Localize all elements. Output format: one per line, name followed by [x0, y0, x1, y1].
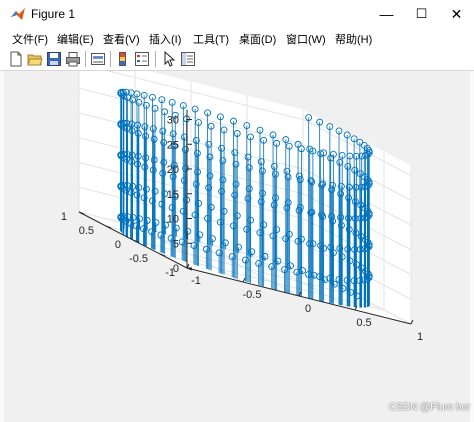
property-inspector-icon[interactable] [180, 51, 196, 67]
figure-window: Figure 1 — ☐ ✕ 文件(F) 编辑(E) 查看(V) 插入(I) 工… [0, 0, 474, 422]
watermark: CSDN @Plum ber [389, 402, 471, 413]
menu-help[interactable]: 帮助(H) [335, 31, 372, 47]
menu-view[interactable]: 查看(V) [103, 31, 140, 47]
y-tick-label: -0.5 [129, 253, 148, 265]
z-tick-label: 30 [167, 115, 179, 127]
plot-area: 0 5 10 15 20 25 30 -1 -0.5 0 0.5 1 -1 -0.5 0 0.5 1 [8, 53, 468, 416]
z-tick-label: 20 [167, 164, 179, 176]
window-title: Figure 1 [31, 7, 76, 21]
toolbar-separator [110, 51, 111, 67]
z-tick-label: 10 [167, 214, 179, 226]
helix-stem-chart[interactable]: 051015202530-1-0.500.51-1-0.500.51 [8, 53, 468, 416]
x-tick-label: 1 [417, 331, 423, 343]
insert-legend-icon[interactable] [134, 51, 150, 67]
menu-edit[interactable]: 编辑(E) [57, 31, 94, 47]
y-tick-label: 1 [61, 211, 67, 223]
menu-file[interactable]: 文件(F) [12, 31, 48, 47]
menu-desktop[interactable]: 桌面(D) [239, 31, 276, 47]
z-tick-label: 15 [167, 189, 179, 201]
right-window-edge [470, 71, 474, 422]
left-window-edge [0, 71, 4, 422]
toolbar-separator [85, 51, 86, 67]
x-tick-label: 0 [305, 303, 311, 315]
print-icon[interactable] [65, 51, 81, 67]
new-figure-icon[interactable] [8, 51, 24, 67]
maximize-button[interactable]: ☐ [404, 0, 439, 28]
matlab-icon [11, 8, 25, 20]
z-tick-label: 5 [173, 238, 179, 250]
z-tick-label: 25 [167, 139, 179, 151]
insert-colorbar-icon[interactable] [115, 51, 131, 67]
toolbar [0, 48, 474, 71]
title-bar: Figure 1 — ☐ ✕ [0, 0, 474, 28]
toolbar-separator [155, 51, 156, 67]
y-tick-label: -1 [165, 267, 175, 279]
x-tick-label: 0.5 [356, 317, 371, 329]
y-tick-label: 0.5 [79, 225, 94, 237]
open-file-icon[interactable] [27, 51, 43, 67]
menu-window[interactable]: 窗口(W) [286, 31, 326, 47]
close-button[interactable]: ✕ [439, 0, 474, 28]
minimize-button[interactable]: — [369, 0, 404, 28]
save-icon[interactable] [46, 51, 62, 67]
menu-tools[interactable]: 工具(T) [193, 31, 229, 47]
link-plot-icon[interactable] [90, 51, 106, 67]
x-tick-label: -1 [191, 275, 201, 287]
x-tick-label: -0.5 [243, 289, 262, 301]
menu-insert[interactable]: 插入(I) [149, 31, 181, 47]
menu-bar: 文件(F) 编辑(E) 查看(V) 插入(I) 工具(T) 桌面(D) 窗口(W… [0, 28, 474, 48]
y-tick-label: 0 [115, 239, 121, 251]
edit-plot-icon[interactable] [161, 51, 177, 67]
